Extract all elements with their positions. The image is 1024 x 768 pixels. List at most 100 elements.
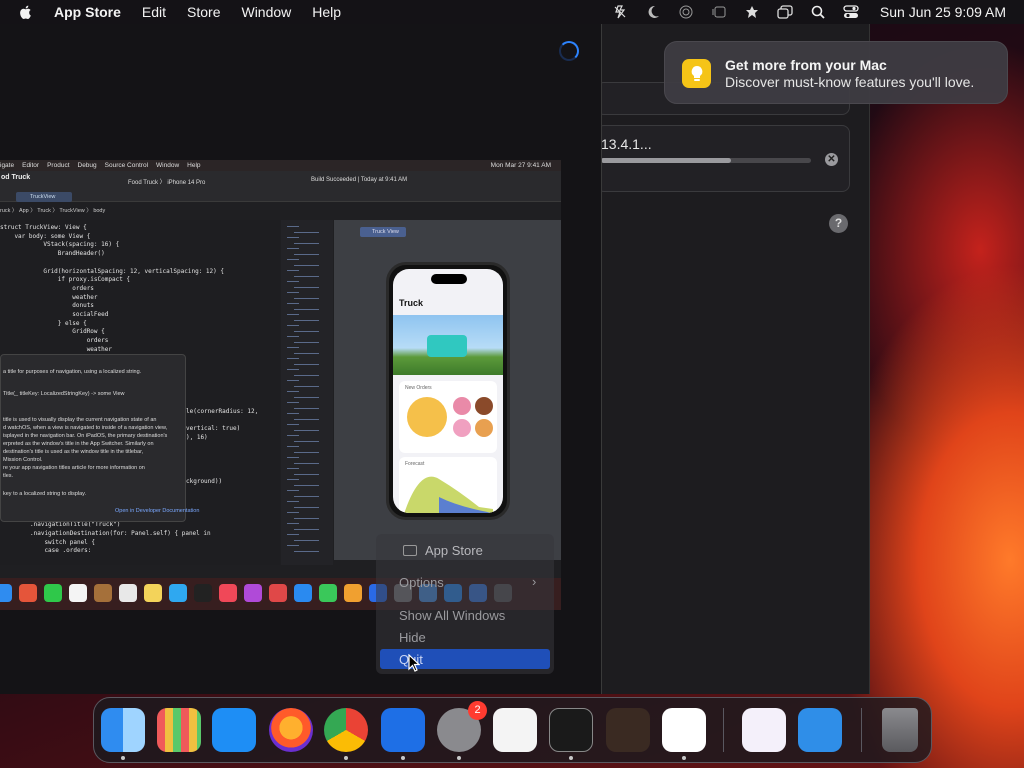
minimap-line — [287, 457, 299, 458]
minimap-line — [294, 308, 319, 310]
dock-visual-studio-code-icon[interactable] — [662, 708, 706, 752]
dock-launchpad-icon[interactable] — [157, 708, 201, 752]
notification-banner[interactable]: Get more from your Mac Discover must-kno… — [664, 41, 1008, 104]
menu-item-options[interactable]: Options — [399, 575, 444, 590]
minimap-line — [287, 358, 299, 359]
code-line: socialFeed — [0, 311, 109, 318]
dock-garageband-icon[interactable] — [606, 708, 650, 752]
dock-weather-icon[interactable] — [798, 708, 842, 752]
minimap-line — [287, 270, 299, 271]
donut-icon — [475, 397, 493, 415]
dock-running-indicator — [569, 756, 573, 760]
download-progress-bar — [601, 158, 811, 163]
menu-help[interactable]: Help — [312, 4, 341, 20]
control-center-icon[interactable] — [843, 4, 859, 20]
forecast-graph-icon — [404, 476, 493, 513]
menu-bar: App Store Edit Store Window Help Sun Jun… — [0, 0, 1024, 24]
xcode-menu-item: Help — [187, 162, 201, 169]
xcode-editor-tab: TruckView — [16, 192, 72, 202]
menu-app-name[interactable]: App Store — [54, 4, 121, 20]
minimap-line — [294, 495, 319, 497]
dock-firefox-icon[interactable] — [269, 708, 313, 752]
dock-app-store-icon[interactable] — [381, 708, 425, 752]
phone-title: Truck — [399, 298, 424, 308]
menu-store[interactable]: Store — [187, 4, 220, 20]
minimap-line — [294, 539, 319, 541]
dock-app-icon — [269, 584, 287, 602]
code-line: case .orders: — [30, 547, 92, 555]
window-preview-icon — [403, 544, 417, 556]
minimap-line — [287, 336, 299, 337]
dock-trash-icon[interactable] — [882, 708, 918, 752]
loading-spinner-icon — [559, 41, 579, 61]
minimap-line — [287, 259, 299, 260]
dock-visual-studio-icon[interactable] — [742, 708, 786, 752]
screen-mirroring-icon[interactable] — [777, 4, 793, 20]
minimap-line — [287, 380, 299, 381]
minimap-line — [294, 264, 319, 266]
download-name: 13.4.1... — [601, 136, 652, 152]
code-line: GridRow { — [0, 328, 105, 336]
dock-running-indicator — [457, 756, 461, 760]
minimap-line — [287, 446, 299, 447]
code-line: vertical: true) — [186, 425, 241, 433]
minimap-line — [287, 281, 299, 282]
dock-chrome-icon[interactable] — [324, 708, 368, 752]
minimap-line — [287, 435, 299, 436]
minimap-line — [287, 501, 299, 502]
code-line: .navigationTitle("Truck") — [30, 521, 121, 529]
dock-app-icon — [69, 584, 87, 602]
menu-item-show-all-windows[interactable]: Show All Windows — [399, 608, 505, 623]
menu-clock[interactable]: Sun Jun 25 9:09 AM — [880, 4, 1006, 20]
search-icon[interactable] — [810, 4, 826, 20]
dock-app-icon — [319, 584, 337, 602]
minimap-line — [294, 550, 319, 552]
xcode-inspector — [281, 220, 333, 565]
minimap-line — [294, 253, 319, 255]
quick-help-line: re your app navigation titles article fo… — [3, 465, 145, 471]
dock-app-icon — [94, 584, 112, 602]
xcode-menu-item: Window — [156, 162, 180, 169]
minimap-line — [287, 479, 299, 480]
stage-manager-icon[interactable] — [711, 4, 727, 20]
xcode-project-title: od Truck — [1, 174, 31, 181]
xcode-scheme: Food Truck 〉 iPhone 14 Pro — [128, 180, 206, 186]
code-line: donuts — [0, 302, 94, 310]
minimap-line — [294, 506, 319, 508]
moon-icon[interactable] — [645, 4, 661, 20]
menu-item-hide[interactable]: Hide — [399, 630, 426, 645]
dock-app-icon — [119, 584, 137, 602]
minimap-line — [294, 341, 319, 343]
download-row: 13.4.1... ✕ — [596, 125, 850, 192]
dock-textedit-icon[interactable] — [493, 708, 537, 752]
dock-terminal-icon[interactable] — [549, 708, 593, 752]
code-line: le(cornerRadius: 12, — [186, 408, 259, 415]
menu-edit[interactable]: Edit — [142, 4, 166, 20]
dock-safari-icon[interactable] — [212, 708, 256, 752]
minimap-line — [287, 523, 299, 524]
lightbulb-icon — [682, 59, 711, 88]
minimap-line — [294, 440, 319, 442]
minimap-line — [287, 292, 299, 293]
xcode-menu-item: Editor — [22, 162, 40, 169]
code-line: struct TruckView: View { — [0, 224, 87, 231]
code-line: VStack(spacing: 16) { — [0, 241, 120, 249]
quick-help-line: Open in Developer Documentation — [115, 508, 200, 514]
xcode-build-status: Build Succeeded | Today at 9:41 AM — [311, 177, 408, 183]
apple-menu-icon[interactable] — [18, 4, 34, 20]
minimap-line — [294, 231, 319, 233]
minimap-line — [287, 226, 299, 227]
help-icon[interactable]: ? — [829, 214, 848, 233]
cancel-download-icon[interactable]: ✕ — [825, 153, 838, 166]
dock-finder-icon[interactable] — [101, 708, 145, 752]
menu-window[interactable]: Window — [241, 4, 291, 20]
airdrop-icon[interactable] — [678, 4, 694, 20]
code-line: ckground)) — [186, 477, 223, 485]
quick-help-popover: a title for purposes of navigation, usin… — [0, 354, 199, 522]
battery-icon[interactable] — [612, 4, 628, 20]
download-progress-fill — [601, 158, 732, 163]
food-truck-icon — [427, 335, 467, 357]
dock-running-indicator — [344, 756, 348, 760]
minimap-line — [294, 528, 319, 530]
location-icon[interactable] — [744, 4, 760, 20]
